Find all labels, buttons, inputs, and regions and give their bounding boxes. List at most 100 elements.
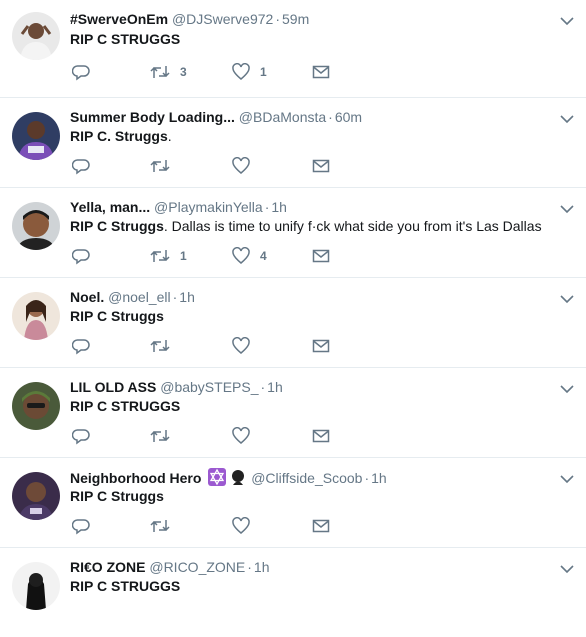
- username[interactable]: @BDaMonsta: [239, 109, 326, 125]
- direct-message-button[interactable]: [312, 426, 330, 446]
- heart-icon: [232, 157, 250, 174]
- retweet-button[interactable]: [150, 336, 180, 356]
- retweet-button[interactable]: [150, 426, 180, 446]
- username[interactable]: @babySTEPS_: [160, 379, 258, 395]
- retweet-button[interactable]: [150, 156, 180, 176]
- heart-icon: [232, 247, 250, 264]
- display-name[interactable]: Summer Body Loading...: [70, 109, 235, 125]
- like-button[interactable]: 1: [232, 62, 267, 82]
- retweet-icon: [150, 66, 170, 78]
- retweet-count: 1: [180, 249, 187, 263]
- username[interactable]: @Cliffside_Scoob: [251, 470, 362, 486]
- avatar[interactable]: [12, 382, 60, 430]
- like-button[interactable]: 4: [232, 246, 267, 266]
- tweet-text-bold: RIP C Struggs: [70, 218, 164, 234]
- timestamp[interactable]: 1h: [271, 199, 287, 215]
- reply-button[interactable]: [72, 62, 90, 82]
- like-button[interactable]: [232, 156, 260, 176]
- retweet-button[interactable]: [150, 516, 180, 536]
- direct-message-button[interactable]: [312, 246, 330, 266]
- tweet-text-bold: RIP C. Struggs: [70, 128, 168, 144]
- retweet-icon: [150, 340, 170, 352]
- reply-icon: [72, 159, 90, 175]
- username[interactable]: @DJSwerve972: [172, 11, 273, 27]
- tweet-text-rest: . Dallas is time to unify f·ck what side…: [163, 218, 542, 234]
- retweet-button[interactable]: 3: [150, 62, 187, 82]
- chevron-down-icon[interactable]: [560, 204, 574, 214]
- avatar[interactable]: [12, 562, 60, 610]
- tweet[interactable]: Summer Body Loading... @BDaMonsta · 60m RI…: [0, 97, 586, 187]
- avatar[interactable]: [12, 472, 60, 520]
- display-name[interactable]: Noel.: [70, 289, 104, 305]
- username[interactable]: @PlaymakinYella: [154, 199, 263, 215]
- display-name[interactable]: RI€O ZONE: [70, 559, 145, 575]
- direct-message-button[interactable]: [312, 516, 330, 536]
- display-name[interactable]: Neighborhood Hero: [70, 470, 201, 486]
- tweet-text: RIP C STRUGGS: [70, 397, 566, 415]
- retweet-count: 3: [180, 65, 187, 79]
- envelope-icon: [312, 519, 330, 533]
- chevron-down-icon[interactable]: [560, 16, 574, 26]
- timestamp[interactable]: 1h: [371, 470, 387, 486]
- like-button[interactable]: [232, 426, 260, 446]
- separator: ·: [364, 470, 370, 486]
- envelope-icon: [312, 249, 330, 263]
- retweet-icon: [150, 520, 170, 532]
- chevron-down-icon[interactable]: [560, 474, 574, 484]
- tweet[interactable]: RI€O ZONE @RICO_ZONE · 1h RIP C STRUGGS: [0, 547, 586, 637]
- tweet[interactable]: Noel. @noel_ell · 1h RIP C Struggs: [0, 277, 586, 367]
- like-button[interactable]: [232, 516, 260, 536]
- tweet[interactable]: Neighborhood Hero @Cliffside_Scoob · 1h RI…: [0, 457, 586, 547]
- like-button[interactable]: [232, 336, 260, 356]
- reply-icon: [72, 519, 90, 535]
- timestamp[interactable]: 60m: [335, 109, 362, 125]
- timestamp[interactable]: 59m: [282, 11, 309, 27]
- retweet-icon: [150, 250, 170, 262]
- tweet[interactable]: Yella, man... @PlaymakinYella · 1h RIP C S…: [0, 187, 586, 277]
- avatar[interactable]: [12, 292, 60, 340]
- display-name[interactable]: Yella, man...: [70, 199, 150, 215]
- reply-icon: [72, 429, 90, 445]
- retweet-icon: [150, 430, 170, 442]
- tweet[interactable]: #SwerveOnEm @DJSwerve972 · 59m RIP C STRUG…: [0, 0, 586, 90]
- reply-button[interactable]: [72, 426, 90, 446]
- avatar[interactable]: [12, 12, 60, 60]
- separator: ·: [275, 11, 280, 27]
- username[interactable]: @noel_ell: [108, 289, 170, 305]
- avatar[interactable]: [12, 202, 60, 250]
- display-name[interactable]: #SwerveOnEm: [70, 11, 168, 27]
- timestamp[interactable]: 1h: [267, 379, 283, 395]
- direct-message-button[interactable]: [312, 62, 330, 82]
- direct-message-button[interactable]: [312, 336, 330, 356]
- retweet-button[interactable]: 1: [150, 246, 187, 266]
- like-count: 4: [260, 249, 267, 263]
- username[interactable]: @RICO_ZONE: [149, 559, 245, 575]
- display-name[interactable]: LIL OLD ASS: [70, 379, 156, 395]
- direct-message-button[interactable]: [312, 156, 330, 176]
- heart-icon: [232, 517, 250, 534]
- tweet-actions: [70, 426, 370, 446]
- separator: ·: [328, 109, 333, 125]
- reply-button[interactable]: [72, 156, 90, 176]
- reply-icon: [72, 65, 90, 81]
- reply-button[interactable]: [72, 336, 90, 356]
- tweet-actions: [70, 156, 370, 176]
- chevron-down-icon[interactable]: [560, 564, 574, 574]
- chevron-down-icon[interactable]: [560, 384, 574, 394]
- reply-button[interactable]: [72, 516, 90, 536]
- timestamp[interactable]: 1h: [179, 289, 195, 305]
- tweet-text: RIP C Struggs. Dallas is time to unify f…: [70, 217, 566, 235]
- chevron-down-icon[interactable]: [560, 294, 574, 304]
- tweet-actions: [70, 516, 370, 536]
- avatar[interactable]: [12, 112, 60, 160]
- tweet[interactable]: LIL OLD ASS @babySTEPS_ · 1h RIP C STRUGGS: [0, 367, 586, 457]
- envelope-icon: [312, 339, 330, 353]
- tweet-text: RIP C. Struggs.: [70, 127, 566, 145]
- timestamp[interactable]: 1h: [254, 559, 270, 575]
- reply-icon: [72, 249, 90, 265]
- tweet-text: RIP C STRUGGS: [70, 30, 566, 48]
- heart-icon: [232, 63, 250, 80]
- separator: ·: [260, 379, 266, 395]
- chevron-down-icon[interactable]: [560, 114, 574, 124]
- reply-button[interactable]: [72, 246, 90, 266]
